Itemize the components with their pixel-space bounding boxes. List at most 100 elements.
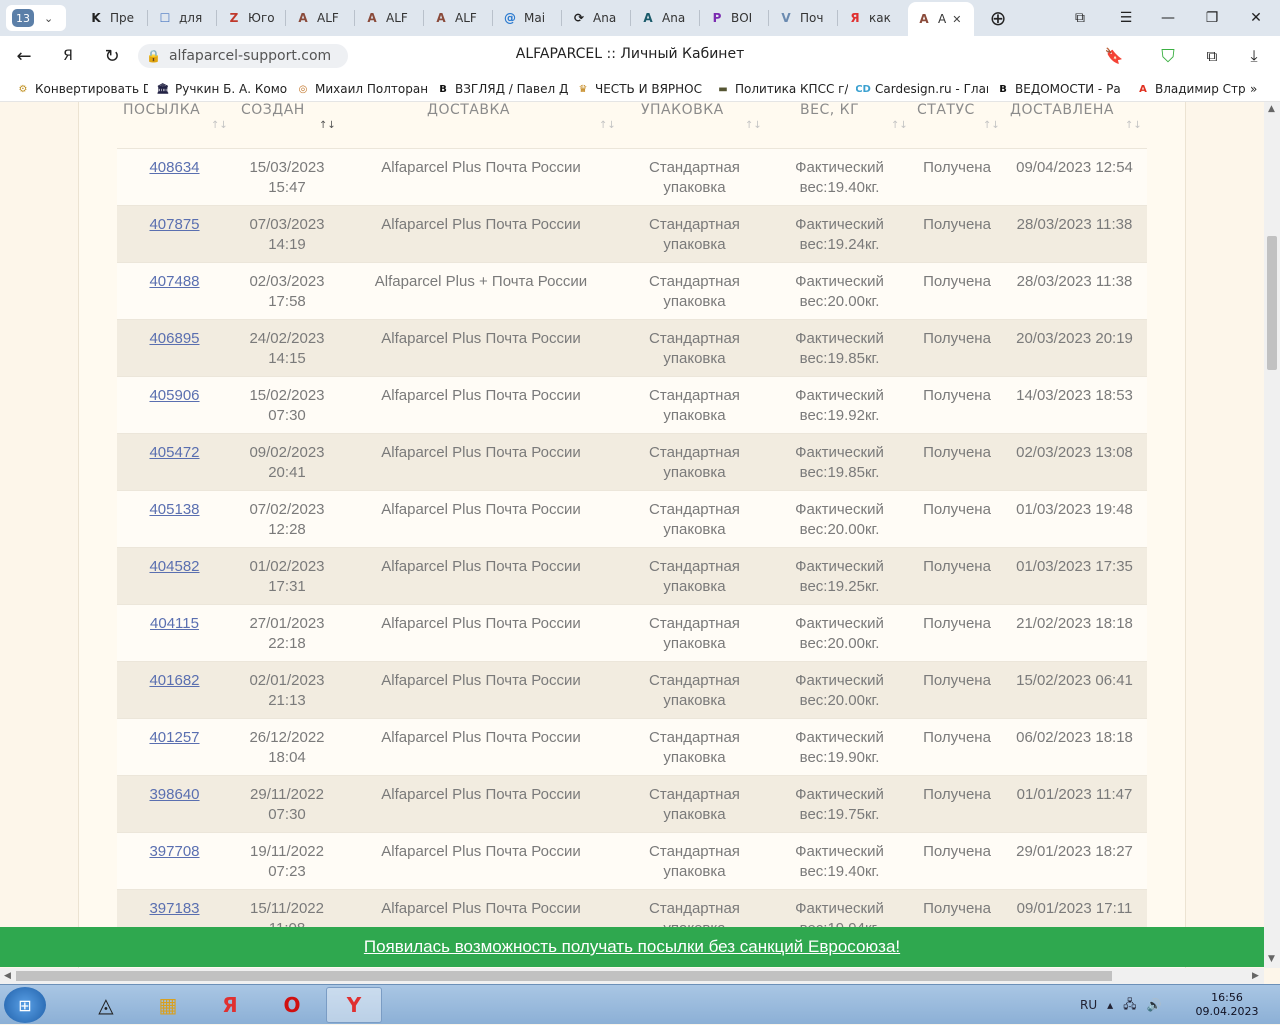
parcel-id-link-line[interactable]: 404582 <box>117 557 232 577</box>
browser-tab[interactable]: V Поч <box>770 2 835 34</box>
sort-status-icon[interactable]: ↑↓ <box>983 120 1000 131</box>
bookmark-icon[interactable]: 🔖 <box>1100 42 1128 70</box>
bookmark-item[interactable]: ⚙ Конвертировать D <box>16 80 148 98</box>
parcel-id-link[interactable]: 401257 <box>117 728 232 748</box>
bookmark-item[interactable]: A Владимир Стр <box>1136 80 1268 98</box>
header-created[interactable]: СОЗДАН <box>241 102 305 118</box>
bookmark-item[interactable]: ◎ Михаил Полторан <box>296 80 428 98</box>
parcel-id-link-line[interactable]: 407875 <box>117 215 232 235</box>
parcel-id-link-line[interactable]: 407488 <box>117 272 232 292</box>
parcel-id-link-line[interactable]: 406895 <box>117 329 232 349</box>
horizontal-scroll-thumb[interactable] <box>16 971 1112 981</box>
collections-icon[interactable]: ⧉ <box>1198 42 1226 70</box>
promo-banner[interactable]: Появилась возможность получать посылки б… <box>0 927 1264 967</box>
parcel-id-link[interactable]: 397708 <box>117 842 232 862</box>
show-hidden-icons-icon[interactable]: ▴ <box>1107 998 1113 1012</box>
promo-banner-link[interactable]: Появилась возможность получать посылки б… <box>364 937 900 957</box>
parcel-id-link[interactable]: 404115 <box>117 614 232 634</box>
parcel-id-link[interactable]: 408634 <box>117 158 232 178</box>
file-explorer-icon[interactable]: ▦ <box>140 987 196 1023</box>
tab-list-icon[interactable]: ⧉ <box>1060 0 1100 36</box>
parcel-id-link-line[interactable]: 405472 <box>117 443 232 463</box>
start-button[interactable]: ⊞ <box>4 987 46 1023</box>
parcel-id-link-line[interactable]: 401257 <box>117 728 232 748</box>
browser-tab[interactable]: A ALF <box>356 2 421 34</box>
browser-tab[interactable]: P ВОІ <box>701 2 766 34</box>
tab-counter-button[interactable]: 13 ⌄ <box>6 5 66 31</box>
parcel-id-link[interactable]: 404582 <box>117 557 232 577</box>
vertical-scroll-thumb[interactable] <box>1267 236 1277 370</box>
sort-delivery-icon[interactable]: ↑↓ <box>599 120 616 131</box>
network-icon[interactable]: 🖧 <box>1123 995 1136 1016</box>
horizontal-scrollbar[interactable]: ◀ ▶ <box>0 968 1264 984</box>
scroll-up-icon[interactable]: ▲ <box>1268 104 1275 114</box>
parcel-id-link-line[interactable]: 404115 <box>117 614 232 634</box>
parcel-id-link[interactable]: 405138 <box>117 500 232 520</box>
parcel-id-link[interactable]: 405472 <box>117 443 232 463</box>
close-window-button[interactable]: ✕ <box>1236 0 1276 36</box>
browser-tab[interactable]: K Пре <box>80 2 145 34</box>
parcel-id-link[interactable]: 397183 <box>117 899 232 919</box>
clock[interactable]: 16:56 09.04.2023 <box>1192 991 1262 1019</box>
back-button[interactable]: ← <box>10 42 38 70</box>
yandex-app-icon[interactable]: Я <box>202 987 258 1023</box>
parcel-id-link-line[interactable]: 405906 <box>117 386 232 406</box>
language-indicator[interactable]: RU <box>1080 998 1097 1012</box>
scroll-left-icon[interactable]: ◀ <box>4 971 11 981</box>
yandex-home-icon[interactable]: Я <box>54 42 82 70</box>
parcel-id-link-line[interactable]: 397183 <box>117 899 232 919</box>
more-bookmarks-icon[interactable]: » <box>1250 80 1257 98</box>
browser-tab[interactable]: Якак <box>839 2 904 34</box>
header-delivery[interactable]: ДОСТАВКА <box>427 102 510 118</box>
parcel-id-link[interactable]: 405906 <box>117 386 232 406</box>
header-delivered[interactable]: ДОСТАВЛЕНА <box>1010 102 1114 118</box>
browser-tab[interactable]: ⟳ Ana <box>563 2 628 34</box>
header-parcel[interactable]: ПОСЫЛКА <box>123 102 200 118</box>
header-status[interactable]: СТАТУС <box>917 102 975 118</box>
opera-app-icon[interactable]: O <box>264 987 320 1023</box>
minimize-button[interactable]: — <box>1148 0 1188 36</box>
parcel-id-link-line[interactable]: 401682 <box>117 671 232 691</box>
volume-icon[interactable]: 🔊 <box>1147 998 1162 1012</box>
parcel-id-link[interactable]: 407488 <box>117 272 232 292</box>
sort-weight-icon[interactable]: ↑↓ <box>891 120 908 131</box>
browser-tab[interactable]: Z Юго <box>218 2 283 34</box>
close-tab-icon[interactable]: ✕ <box>952 13 961 26</box>
browser-tab[interactable]: A ALF <box>287 2 352 34</box>
archicad-app-icon[interactable]: ◬ <box>78 987 134 1023</box>
bookmark-item[interactable]: B ВЗГЛЯД / Павел Д <box>436 80 568 98</box>
scroll-right-icon[interactable]: ▶ <box>1252 971 1259 981</box>
address-bar[interactable]: 🔒 alfaparcel-support.com <box>138 44 348 68</box>
parcel-id-link-line[interactable]: 408634 <box>117 158 232 178</box>
yandex-browser-app-icon[interactable]: Y <box>326 987 382 1023</box>
browser-tab[interactable]: ☐ для <box>149 2 214 34</box>
parcel-id-link[interactable]: 406895 <box>117 329 232 349</box>
parcel-id-link-line[interactable]: 405138 <box>117 500 232 520</box>
header-weight[interactable]: ВЕС, КГ <box>800 102 859 118</box>
parcel-id-link[interactable]: 407875 <box>117 215 232 235</box>
bookmark-item[interactable]: B ВЕДОМОСТИ - Ра <box>996 80 1128 98</box>
new-tab-button[interactable]: ⊕ <box>978 0 1018 36</box>
protect-shield-icon[interactable]: ⛉ <box>1154 42 1182 70</box>
sort-parcel-icon[interactable]: ↑↓ <box>211 120 228 131</box>
parcel-id-link[interactable]: 398640 <box>117 785 232 805</box>
bookmark-item[interactable]: ♛ ЧЕСТЬ И ВЯРНОС <box>576 80 708 98</box>
parcel-id-link[interactable]: 401682 <box>117 671 232 691</box>
sort-delivered-icon[interactable]: ↑↓ <box>1125 120 1142 131</box>
parcel-id-link-line[interactable]: 397708 <box>117 842 232 862</box>
sort-created-icon[interactable]: ↑↓ <box>319 120 336 131</box>
bookmark-item[interactable]: ▬ Политика КПСС г/ <box>716 80 848 98</box>
vertical-scrollbar[interactable]: ▲ ▼ <box>1264 102 1280 968</box>
header-packing[interactable]: УПАКОВКА <box>641 102 724 118</box>
reload-button[interactable]: ↻ <box>98 42 126 70</box>
browser-tab[interactable]: @ Mai <box>494 2 559 34</box>
menu-icon[interactable]: ☰ <box>1106 0 1146 36</box>
browser-tab[interactable]: A A ✕ <box>908 2 974 36</box>
bookmark-item[interactable]: CD Cardesign.ru - Глав <box>856 80 988 98</box>
download-icon[interactable]: ⤓ <box>1240 42 1268 70</box>
browser-tab[interactable]: A Ana <box>632 2 697 34</box>
bookmark-item[interactable]: 🏛 Ручкин Б. А. Комо <box>156 80 288 98</box>
sort-packing-icon[interactable]: ↑↓ <box>745 120 762 131</box>
restore-button[interactable]: ❐ <box>1192 0 1232 36</box>
scroll-down-icon[interactable]: ▼ <box>1268 954 1275 964</box>
